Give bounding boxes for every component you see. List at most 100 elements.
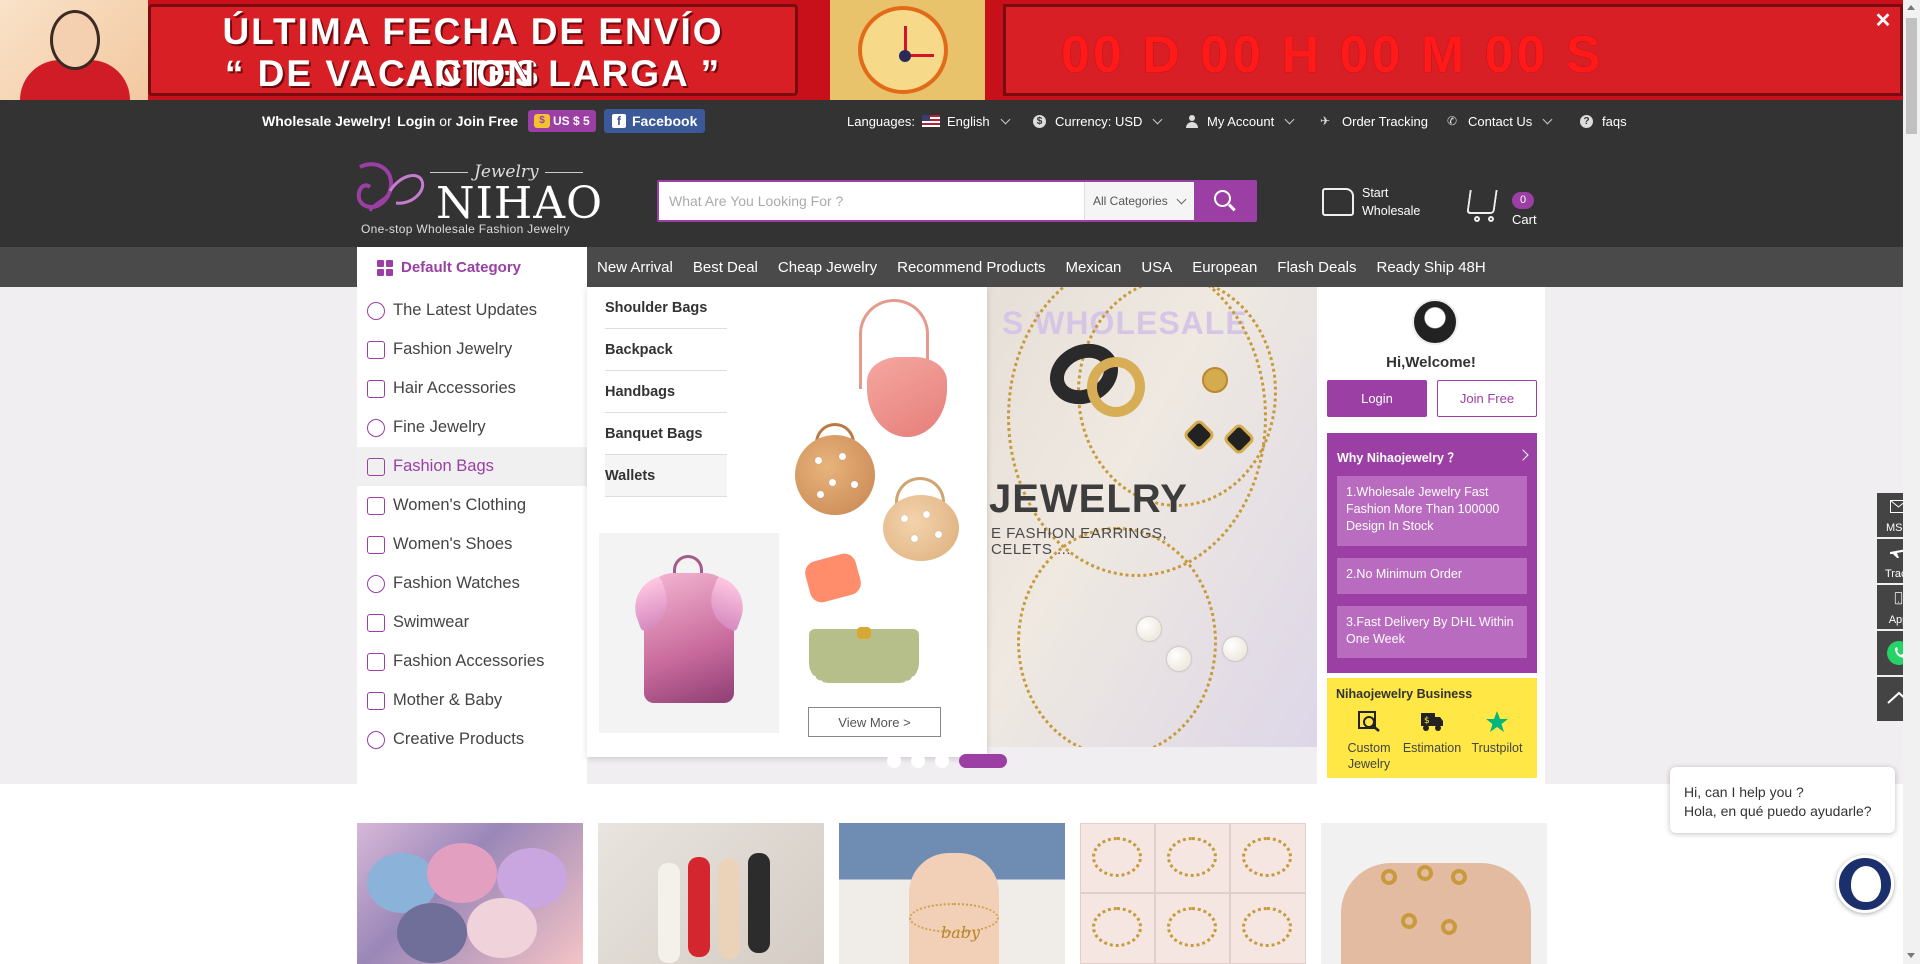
promo-close-icon[interactable]: ✕ [1872,10,1894,32]
top-join-link[interactable]: Join Free [456,113,518,129]
slider-dot[interactable] [911,754,925,768]
promo-line-2: “ DE VACACION LARGA ” [224,53,722,94]
scroll-up-arrow-icon[interactable] [1907,5,1915,10]
ring-icon [367,418,385,437]
sidebar-item-fashion-bags[interactable]: Fashion Bags [357,447,587,486]
arrow-up-circle-icon [367,301,385,320]
language-selector[interactable]: Languages: English [847,100,1011,142]
default-category-button[interactable]: Default Category [357,247,587,288]
phone-icon: ✆ [1447,113,1458,128]
join-free-button[interactable]: Join Free [1437,380,1537,417]
promo-banner[interactable]: ÚLTIMA FECHA DE ENVÍO ANTES “ DE VACACIO… [0,0,1920,100]
coin-purse-image[interactable] [802,550,864,606]
hero-slider[interactable]: S WHOLESALE JEWELRY E FASHION EARRINGS, … [987,287,1317,747]
subcategory-shoulder-bags[interactable]: Shoulder Bags [605,287,727,329]
business-item-label: Custom Jewelry [1347,741,1391,771]
scrollbar-thumb[interactable] [1906,18,1917,134]
straw-bag-image[interactable] [795,435,875,515]
sidebar-item-latest-updates[interactable]: The Latest Updates [357,291,587,330]
order-tracking-link[interactable]: ✈ Order Tracking [1320,100,1428,142]
faqs-link[interactable]: ? faqs [1580,100,1627,142]
butterfly-logo-icon [356,162,425,212]
sidebar-item-label: Creative Products [393,730,525,748]
sidebar-item-creative-products[interactable]: Creative Products [357,720,587,759]
product-thumbnail-hair-clips[interactable] [598,823,824,964]
search-category-select[interactable]: All Categories [1084,182,1194,220]
backpack-image[interactable] [599,533,779,733]
my-account-label: My Account [1207,113,1275,129]
order-tracking-label: Order Tracking [1342,113,1428,129]
slider-dot[interactable] [887,754,901,768]
nav-link-best-deal[interactable]: Best Deal [693,259,768,276]
trustpilot-link[interactable]: Trustpilot [1462,710,1532,756]
chevron-down-icon [1176,194,1187,204]
facebook-icon: f [612,114,626,128]
sidebar-item-label: Women's Clothing [393,496,527,514]
cart-button[interactable]: 0 Cart [1466,184,1568,228]
chevron-down-icon [1152,114,1163,124]
welcome-panel: Hi,Welcome! Login Join Free Why Nihaojew… [1317,287,1545,784]
currency-selector[interactable]: $ Currency: USD [1033,100,1163,142]
login-button[interactable]: Login [1327,380,1427,417]
nav-link-recommend-products[interactable]: Recommend Products [897,259,1055,276]
diamond-icon [367,340,385,359]
scroll-down-arrow-icon[interactable] [1907,953,1915,958]
cart-count-badge: 0 [1512,192,1534,209]
sidebar-item-label: Women's Shoes [393,535,513,553]
sidebar-item-label: Fashion Accessories [393,652,545,670]
facebook-label: Facebook [632,113,698,129]
chevron-right-icon[interactable] [1517,449,1529,461]
subcategory-handbags[interactable]: Handbags [605,371,727,413]
default-category-label: Default Category [401,259,522,276]
welcome-greeting: Hi,Welcome! [1386,354,1476,371]
slider-subtext-2: CELETS ... [991,541,1072,558]
product-thumbnail-anklet[interactable]: baby [839,823,1065,964]
plane-icon: ✈ [1320,114,1331,128]
contact-us-menu[interactable]: ✆ Contact Us [1447,100,1553,142]
page-scrollbar[interactable] [1903,0,1920,964]
nav-link-usa[interactable]: USA [1141,259,1182,276]
facebook-button[interactable]: f Facebook [604,109,706,133]
chat-bubble[interactable]: Hi, can I help you ? Hola, en qué puedo … [1670,767,1895,833]
sidebar-item-womens-shoes[interactable]: Women's Shoes [357,525,587,564]
chat-avatar-button[interactable] [1836,855,1894,913]
sidebar-item-fashion-watches[interactable]: Fashion Watches [357,564,587,603]
subcategory-backpack[interactable]: Backpack [605,329,727,371]
promo-countdown: 00 D 00 H 00 M 00 S [1061,26,1604,84]
subcategory-banquet-bags[interactable]: Banquet Bags [605,413,727,455]
product-thumbnail-scrunchies[interactable] [357,823,583,964]
my-account-menu[interactable]: My Account [1186,100,1295,142]
sidebar-item-label: Swimwear [393,613,470,631]
nav-link-flash-deals[interactable]: Flash Deals [1277,259,1366,276]
subcategory-wallets[interactable]: Wallets [605,455,727,497]
reason-item: 2.No Minimum Order [1337,558,1527,594]
slider-dot[interactable] [935,754,949,768]
sidebar-item-womens-clothing[interactable]: Women's Clothing [357,486,587,525]
sidebar-item-swimwear[interactable]: Swimwear [357,603,587,642]
nav-link-new-arrival[interactable]: New Arrival [597,259,683,276]
sidebar-item-fashion-jewelry[interactable]: Fashion Jewelry [357,330,587,369]
sidebar-item-fine-jewelry[interactable]: Fine Jewelry [357,408,587,447]
sidebar-item-fashion-accessories[interactable]: Fashion Accessories [357,642,587,681]
coupon-badge[interactable]: $ US $ 5 [528,110,596,132]
nav-link-mexican[interactable]: Mexican [1066,259,1132,276]
slider-dot-active[interactable] [959,754,1007,768]
nav-link-european[interactable]: European [1192,259,1267,276]
nihao-logo[interactable]: Jewelry NIHAO One-stop Wholesale Fashion… [356,156,602,238]
search-category-value: All Categories [1093,194,1168,208]
view-more-button[interactable]: View More > [808,707,941,737]
beige-straw-bag-image[interactable] [883,495,959,561]
product-thumbnail-rings[interactable] [1321,823,1547,964]
top-login-link[interactable]: Login [397,113,435,129]
estimation-link[interactable]: $ Estimation [1397,710,1467,756]
pink-shoulder-bag-image[interactable] [855,299,947,449]
sidebar-item-hair-accessories[interactable]: Hair Accessories [357,369,587,408]
nav-link-ready-ship[interactable]: Ready Ship 48H [1377,259,1496,276]
nav-link-cheap-jewelry[interactable]: Cheap Jewelry [778,259,887,276]
product-thumbnail-butterfly-bracelets[interactable] [1080,823,1306,964]
custom-jewelry-link[interactable]: Custom Jewelry [1334,710,1404,772]
sidebar-item-mother-baby[interactable]: Mother & Baby [357,681,587,720]
search-input[interactable] [669,182,1089,220]
search-button[interactable] [1194,180,1255,222]
start-wholesale-link[interactable]: Start Wholesale [1322,184,1432,224]
